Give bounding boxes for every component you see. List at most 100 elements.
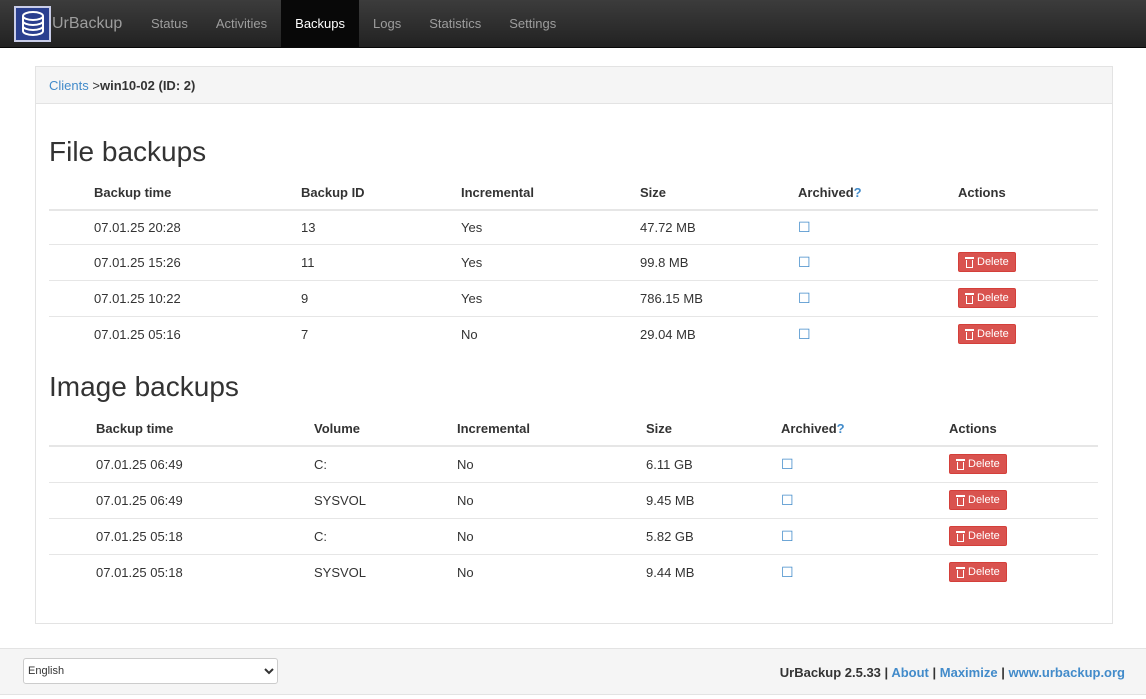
backup-time: 07.01.25 06:49 [96, 446, 314, 483]
nav-item-activities[interactable]: Activities [202, 0, 281, 47]
image-backups-table: Backup time Volume Incremental Size Arch… [49, 411, 1098, 590]
backup-volume: C: [314, 446, 457, 483]
nav-link-status[interactable]: Status [137, 0, 202, 47]
delete-label: Delete [977, 328, 1009, 341]
backup-size: 786.15 MB [640, 280, 798, 317]
file-backups-title: File backups [49, 136, 207, 167]
nav-link-activities[interactable]: Activities [202, 0, 281, 47]
backup-size: 29.04 MB [640, 326, 696, 342]
trash-icon [965, 292, 974, 304]
delete-label: Delete [968, 494, 1000, 506]
col-backup-time[interactable]: Backup time [96, 411, 314, 447]
archive-checkbox[interactable]: ☐ [798, 219, 811, 235]
backup-incremental: No [457, 518, 646, 555]
nav-item-statistics[interactable]: Statistics [415, 0, 495, 47]
delete-label: Delete [977, 256, 1009, 268]
delete-button[interactable]: Delete [949, 454, 1007, 475]
archived-label: Archived [798, 184, 854, 200]
archive-checkbox[interactable]: ☐ [798, 326, 811, 342]
about-link[interactable]: About [891, 665, 929, 680]
nav-item-settings[interactable]: Settings [495, 0, 570, 47]
backup-id: 13 [301, 210, 461, 245]
footer: English UrBackup 2.5.33 | About | Maximi… [0, 648, 1146, 695]
delete-label: Delete [977, 292, 1009, 304]
backup-volume: SYSVOL [314, 482, 457, 519]
col-size[interactable]: Size [640, 175, 798, 211]
delete-label: Delete [968, 458, 1000, 471]
nav-link-backups[interactable]: Backups [281, 0, 360, 47]
delete-label: Delete [968, 530, 1000, 542]
backup-size: 99.8 MB [640, 244, 798, 281]
backup-incremental: Yes [461, 280, 640, 317]
archive-checkbox[interactable]: ☐ [798, 254, 811, 270]
table-row[interactable]: 07.01.25 10:22 9 Yes 786.15 MB ☐ Delete [49, 280, 1098, 317]
archive-checkbox[interactable]: ☐ [781, 492, 794, 508]
table-row[interactable]: 07.01.25 06:49 C: No 6.11 GB ☐ Delete [49, 446, 1098, 483]
website-link[interactable]: www.urbackup.org [1008, 665, 1125, 680]
delete-button[interactable]: Delete [958, 288, 1016, 308]
nav-item-status[interactable]: Status [137, 0, 202, 47]
table-row[interactable]: 07.01.25 05:18 SYSVOL No 9.44 MB ☐ Delet… [49, 554, 1098, 590]
nav-link-logs[interactable]: Logs [359, 0, 415, 47]
backup-incremental: No [457, 482, 646, 519]
footer-sep: | [932, 665, 937, 680]
col-incremental[interactable]: Incremental [457, 411, 646, 447]
col-backup-id[interactable]: Backup ID [301, 175, 461, 211]
delete-button[interactable]: Delete [949, 526, 1007, 546]
table-row[interactable]: 07.01.25 05:16 7 No 29.04 MB ☐ Delete [49, 316, 1098, 352]
brand-name: UrBackup [52, 15, 123, 32]
backup-incremental: No [457, 446, 646, 483]
backup-incremental: No [457, 564, 474, 580]
col-actions: Actions [958, 175, 1098, 211]
nav-link-settings[interactable]: Settings [495, 0, 570, 47]
backup-size: 47.72 MB [640, 210, 798, 245]
delete-button[interactable]: Delete [949, 490, 1007, 510]
table-row[interactable]: 07.01.25 20:28 13 Yes 47.72 MB ☐ [49, 210, 1098, 245]
nav-item-logs[interactable]: Logs [359, 0, 415, 47]
archive-checkbox[interactable]: ☐ [781, 564, 794, 580]
backup-time: 07.01.25 05:18 [96, 564, 183, 580]
nav-link-statistics[interactable]: Statistics [415, 0, 495, 47]
backup-volume: C: [314, 518, 457, 555]
database-logo-icon [14, 6, 51, 42]
image-backups-title: Image backups [49, 371, 239, 402]
archived-help-link[interactable]: ? [854, 185, 862, 200]
brand-link[interactable]: UrBackup [14, 6, 122, 42]
backups-panel: Clients >win10-02 (ID: 2) File backups B… [35, 66, 1113, 624]
delete-button[interactable]: Delete [958, 252, 1016, 272]
delete-button[interactable]: Delete [958, 324, 1016, 345]
col-volume[interactable]: Volume [314, 411, 457, 447]
trash-icon [965, 328, 974, 340]
footer-links: UrBackup 2.5.33 | About | Maximize | www… [780, 665, 1125, 680]
nav-item-backups[interactable]: Backups [281, 0, 360, 47]
version-text: UrBackup 2.5.33 [779, 665, 881, 680]
file-backups-table: Backup time Backup ID Incremental Size A… [49, 175, 1098, 352]
delete-label: Delete [968, 566, 1000, 579]
language-select[interactable]: English [23, 658, 278, 684]
backup-size: 6.11 GB [646, 446, 781, 483]
archive-checkbox[interactable]: ☐ [798, 290, 811, 306]
archive-checkbox[interactable]: ☐ [781, 528, 794, 544]
main-nav: Status Activities Backups Logs Statistic… [137, 0, 570, 47]
col-size[interactable]: Size [646, 411, 781, 447]
table-row[interactable]: 07.01.25 05:18 C: No 5.82 GB ☐ Delete [49, 518, 1098, 555]
backup-id: 7 [301, 326, 309, 342]
trash-icon [956, 494, 965, 506]
trash-icon [956, 566, 965, 578]
backup-time: 07.01.25 05:18 [96, 518, 314, 555]
backup-time: 07.01.25 05:16 [94, 326, 181, 342]
col-incremental[interactable]: Incremental [461, 175, 640, 211]
table-row[interactable]: 07.01.25 15:26 11 Yes 99.8 MB ☐ Delete [49, 244, 1098, 281]
archive-checkbox[interactable]: ☐ [781, 456, 794, 472]
backup-time: 07.01.25 06:49 [96, 482, 314, 519]
delete-button[interactable]: Delete [949, 562, 1007, 583]
backup-size: 9.45 MB [646, 482, 781, 519]
backup-id: 9 [301, 280, 461, 317]
col-actions: Actions [949, 411, 1098, 447]
table-row[interactable]: 07.01.25 06:49 SYSVOL No 9.45 MB ☐ Delet… [49, 482, 1098, 519]
col-archived: Archived? [798, 175, 958, 211]
archived-help-link[interactable]: ? [837, 421, 845, 436]
breadcrumb-clients-link[interactable]: Clients [49, 78, 89, 93]
maximize-link[interactable]: Maximize [940, 665, 998, 680]
col-backup-time[interactable]: Backup time [94, 175, 301, 211]
